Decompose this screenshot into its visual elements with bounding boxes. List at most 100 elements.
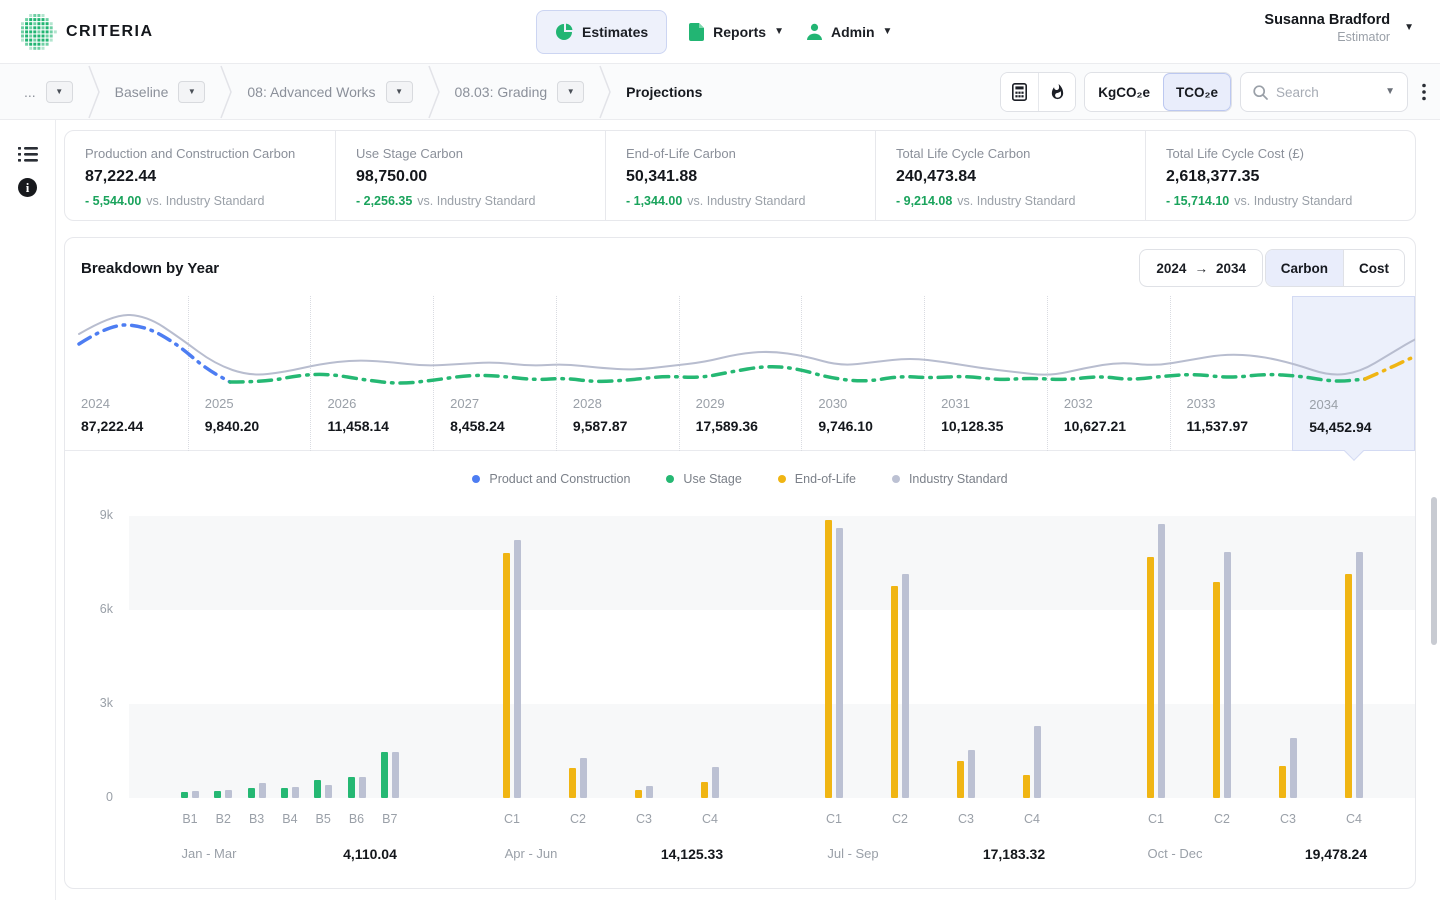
user-role: Estimator [1264,30,1390,44]
grid-band [129,610,1415,704]
year-cell[interactable]: 20289,587.87 [556,296,679,451]
breadcrumb-bar: ...▼Baseline▼08: Advanced Works▼08.03: G… [0,64,1440,120]
info-button[interactable]: i [18,178,37,197]
legend-label: Product and Construction [489,472,630,486]
legend-dot [666,475,674,483]
nav-reports[interactable]: Reports ▼ [689,23,784,41]
year-cell[interactable]: 202611,458.14 [310,296,433,451]
view-option-cost[interactable]: Cost [1343,250,1404,286]
bar-industry-standard [1356,552,1363,798]
view-option-carbon[interactable]: Carbon [1266,250,1343,286]
bar-use-stage [314,780,321,798]
y-axis-tick: 3k [79,696,113,710]
search-select[interactable]: Search ▼ [1240,72,1408,112]
year-cell[interactable]: 202917,589.36 [679,296,802,451]
period-total: 14,125.33 [627,846,757,862]
breadcrumb-separator [87,64,101,120]
unit-option-selected[interactable]: TCO₂e [1163,73,1231,111]
stat-delta-note: vs. Industry Standard [417,194,535,208]
x-axis-tick: C1 [1134,812,1178,826]
breadcrumb-dropdown-button[interactable]: ▼ [46,81,73,103]
stat-delta-row: - 15,714.10vs. Industry Standard [1166,194,1395,208]
info-icon: i [18,178,37,197]
page: CRITERIA Estimates Reports ▼ [0,0,1440,900]
stat-card: Production and Construction Carbon87,222… [65,131,335,220]
breadcrumb: ...▼Baseline▼08: Advanced Works▼08.03: G… [0,64,702,120]
x-axis-tick: C1 [490,812,534,826]
more-options-button[interactable] [1422,83,1426,101]
calculator-button[interactable] [1001,73,1038,111]
burn-rate-button[interactable] [1038,73,1075,111]
outline-list-button[interactable] [18,146,38,168]
x-axis-tick: C3 [944,812,988,826]
breadcrumb-dropdown-button[interactable]: ▼ [178,81,205,103]
stat-delta: - 2,256.35 [356,194,412,208]
stats-summary-bar: Production and Construction Carbon87,222… [64,130,1416,221]
search-icon [1253,85,1268,100]
stat-delta-row: - 2,256.35 vs. Industry Standard [356,194,585,208]
bar-end-of-life [1345,574,1352,798]
year-value: 10,128.35 [941,418,1003,434]
legend-item: Use Stage [666,472,741,486]
flame-icon [1049,83,1066,101]
breadcrumb-item: 08: Advanced Works▼ [247,81,412,103]
bar-end-of-life [701,782,708,798]
year-cell-selected[interactable]: 2034 54,452.94 [1292,296,1415,451]
bar-end-of-life [957,761,964,798]
bar-industry-standard [902,574,909,798]
x-axis-tick: C4 [688,812,732,826]
bar-industry-standard [1034,726,1041,798]
stat-value: 50,341.88 [626,168,855,186]
nav-reports-label: Reports [713,24,766,40]
year-cell[interactable]: 203311,537.97 [1170,296,1293,451]
year-cell[interactable]: 203210,627.21 [1047,296,1170,451]
bar-industry-standard [580,758,587,798]
year-label: 2024 [81,396,110,411]
bar-industry-standard [712,767,719,798]
bar-industry-standard [292,787,299,798]
year-label: 2025 [205,396,234,411]
left-sidebar: i [0,120,56,900]
year-cell[interactable]: 203110,128.35 [924,296,1047,451]
bar-end-of-life [1147,557,1154,798]
x-axis-tick: C3 [622,812,666,826]
bar-industry-standard [392,752,399,798]
breadcrumb-dropdown-button[interactable]: ▼ [386,81,413,103]
stat-card: Total Life Cycle Carbon240,473.84- 9,214… [875,131,1145,220]
bar-industry-standard [192,791,199,798]
panel-title: Breakdown by Year [81,260,219,277]
year-label: 2034 [1309,397,1338,412]
year-range-button[interactable]: 2024 → 2034 [1139,249,1263,287]
breadcrumb-dropdown-button[interactable]: ▼ [557,81,584,103]
bar-use-stage [214,791,221,798]
year-cell[interactable]: 202487,222.44 [65,296,188,451]
year-value: 17,589.36 [696,418,758,434]
year-cell[interactable]: 20278,458.24 [433,296,556,451]
breadcrumb-item: ...▼ [24,81,73,103]
legend-label: Industry Standard [909,472,1008,486]
criteria-logo-icon [20,13,58,51]
year-cell[interactable]: 20259,840.20 [188,296,311,451]
chevron-down-icon: ▼ [567,88,575,96]
x-axis-tick: C3 [1266,812,1310,826]
unit-option-unselected[interactable]: KgCO₂e [1085,73,1163,111]
year-label: 2026 [327,396,356,411]
year-cell[interactable]: 20309,746.10 [801,296,924,451]
user-menu[interactable]: Susanna Bradford Estimator ▼ [1264,12,1414,44]
legend-label: End-of-Life [795,472,856,486]
stat-delta: - 1,344.00 [626,194,682,208]
calc-burn-group [1000,72,1076,112]
vertical-scrollbar-thumb[interactable] [1431,497,1437,645]
year-label: 2030 [818,396,847,411]
bar-industry-standard [836,528,843,798]
period-total: 19,478.24 [1271,846,1401,862]
nav-estimates[interactable]: Estimates [536,10,667,54]
bar-industry-standard [359,777,366,798]
period-label: Oct - Dec [1110,846,1240,861]
grid-band [129,516,1415,610]
x-axis-tick: C4 [1010,812,1054,826]
nav-admin[interactable]: Admin ▼ [806,23,892,41]
stat-value: 98,750.00 [356,168,585,186]
bar-end-of-life [825,520,832,798]
year-value: 54,452.94 [1309,419,1371,435]
